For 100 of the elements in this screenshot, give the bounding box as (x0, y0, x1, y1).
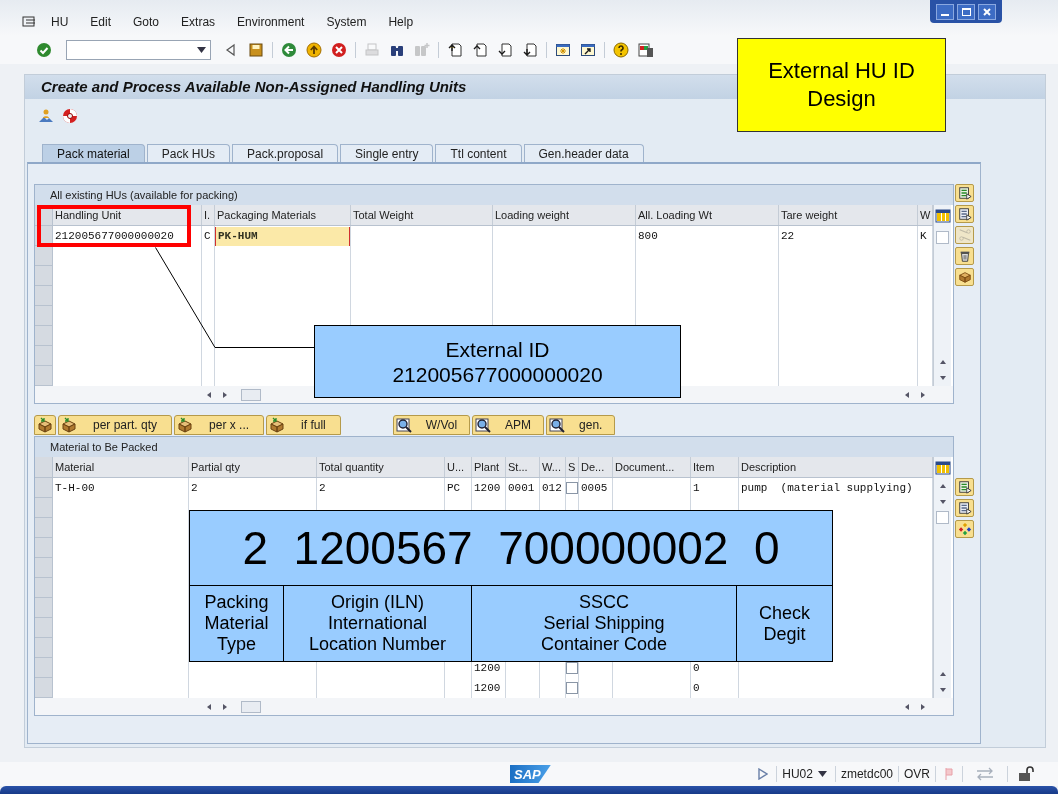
scroll-left-icon[interactable] (903, 390, 911, 399)
find-button[interactable]: APM (472, 415, 545, 435)
side-toolbar-button[interactable] (955, 247, 974, 265)
scroll-right-icon[interactable] (221, 702, 229, 711)
input-field[interactable]: PK-HUM (215, 226, 350, 246)
menu-item[interactable]: Extras (181, 13, 216, 31)
menu-item[interactable]: Edit (90, 13, 112, 31)
magnifier-icon (549, 417, 566, 433)
column-header[interactable]: W... (540, 457, 566, 477)
checkbox[interactable] (566, 662, 578, 674)
scroll-thumb[interactable] (936, 231, 949, 244)
scroll-right-icon[interactable] (919, 390, 927, 399)
toolbar-button[interactable] (579, 41, 597, 59)
scroll-left-icon[interactable] (205, 702, 213, 711)
column-header[interactable]: S (566, 457, 579, 477)
tab[interactable]: Single entry (340, 144, 434, 162)
column-header[interactable]: Plant (472, 457, 506, 477)
scroll-down-icon[interactable] (938, 374, 947, 382)
column-header[interactable]: Packaging Materials (215, 205, 351, 225)
toolbar-button[interactable] (446, 41, 464, 59)
menu-item[interactable]: HU (51, 13, 69, 31)
dropdown-arrow-icon[interactable] (817, 771, 827, 777)
find-button[interactable]: W/Vol (392, 415, 471, 435)
column-header[interactable]: Material (53, 457, 189, 477)
shortcut-icon (580, 42, 596, 58)
scroll-up-icon[interactable] (938, 482, 947, 490)
side-toolbar-button[interactable] (955, 268, 974, 286)
play-icon[interactable] (758, 768, 769, 780)
column-header[interactable]: Total quantity (317, 457, 445, 477)
pack-button[interactable]: per x ... (174, 415, 265, 435)
column-header[interactable]: I. (202, 205, 215, 225)
column-header[interactable]: Tare weight (779, 205, 918, 225)
side-toolbar-button[interactable] (955, 478, 974, 496)
person-landscape-icon (38, 108, 54, 124)
scroll-down-icon[interactable] (938, 498, 947, 506)
menu-icon[interactable] (22, 15, 38, 29)
column-header[interactable]: Item (691, 457, 739, 477)
tab[interactable]: Pack material (42, 144, 145, 162)
column-settings-icon[interactable] (934, 207, 951, 224)
column-header[interactable]: Loading weight (493, 205, 636, 225)
tab[interactable]: Pack HUs (146, 144, 231, 162)
side-toolbar-button[interactable] (955, 520, 974, 538)
flag-icon (944, 767, 954, 781)
scroll-right-icon[interactable] (221, 390, 229, 399)
toolbar-button[interactable] (521, 41, 539, 59)
close-icon (983, 7, 991, 16)
minimize-button[interactable] (936, 3, 954, 20)
column-header[interactable]: Handling Unit (53, 205, 202, 225)
column-header[interactable]: Document... (613, 457, 691, 477)
command-field[interactable] (66, 40, 211, 60)
side-toolbar-button[interactable] (955, 184, 974, 202)
menu-item[interactable]: Environment (237, 13, 305, 31)
scroll-left-icon[interactable] (903, 702, 911, 711)
column-header[interactable]: Partial qty (189, 457, 317, 477)
app-toolbar-button[interactable] (37, 107, 55, 125)
dropdown-arrow-icon[interactable] (197, 47, 206, 53)
toolbar-button[interactable] (471, 41, 489, 59)
scroll-up-icon[interactable] (938, 670, 947, 678)
scroll-thumb[interactable] (936, 511, 949, 524)
column-header[interactable]: Total Weight (351, 205, 493, 225)
scroll-thumb[interactable] (241, 388, 261, 401)
table-cell-text: PC (446, 480, 461, 496)
scroll-left-icon[interactable] (205, 390, 213, 399)
scroll-up-icon[interactable] (938, 358, 947, 366)
lock-icon[interactable] (1018, 766, 1036, 782)
maximize-button[interactable] (957, 3, 975, 20)
pack-button[interactable]: per part. qty (58, 415, 173, 435)
checkbox[interactable] (566, 482, 578, 494)
side-toolbar-button[interactable] (955, 499, 974, 517)
tab[interactable]: Ttl content (435, 144, 522, 162)
new-window-icon (555, 42, 571, 58)
column-header[interactable]: All. Loading Wt (636, 205, 779, 225)
side-toolbar-button[interactable] (955, 205, 974, 223)
menu-item[interactable]: Goto (133, 13, 160, 31)
scroll-down-icon[interactable] (938, 686, 947, 694)
find-button[interactable]: gen. (546, 415, 616, 435)
column-header[interactable]: St... (506, 457, 540, 477)
column-header[interactable]: De... (579, 457, 613, 477)
toolbar-button[interactable] (496, 41, 514, 59)
scrollbar[interactable] (933, 457, 951, 698)
toolbar-button[interactable] (305, 41, 323, 59)
column-settings-icon[interactable] (934, 459, 951, 476)
toolbar-button[interactable] (612, 41, 630, 59)
toolbar-button[interactable] (554, 41, 572, 59)
scrollbar[interactable] (933, 205, 951, 386)
scroll-right-icon[interactable] (919, 702, 927, 711)
tab[interactable]: Pack.proposal (232, 144, 339, 162)
close-button[interactable] (978, 3, 996, 20)
pack-button[interactable] (34, 415, 56, 435)
row-selector[interactable] (35, 246, 53, 266)
pack-button[interactable]: if full (266, 415, 341, 435)
column-header[interactable]: U... (445, 457, 472, 477)
menu-item[interactable]: Help (388, 13, 414, 31)
tab[interactable]: Gen.header data (523, 144, 644, 162)
checkbox[interactable] (566, 682, 578, 694)
scroll-thumb[interactable] (241, 700, 261, 713)
toolbar-button[interactable] (637, 41, 655, 59)
next-page-icon (497, 42, 513, 58)
app-toolbar-button[interactable] (61, 107, 79, 125)
menu-item[interactable]: System (326, 13, 367, 31)
